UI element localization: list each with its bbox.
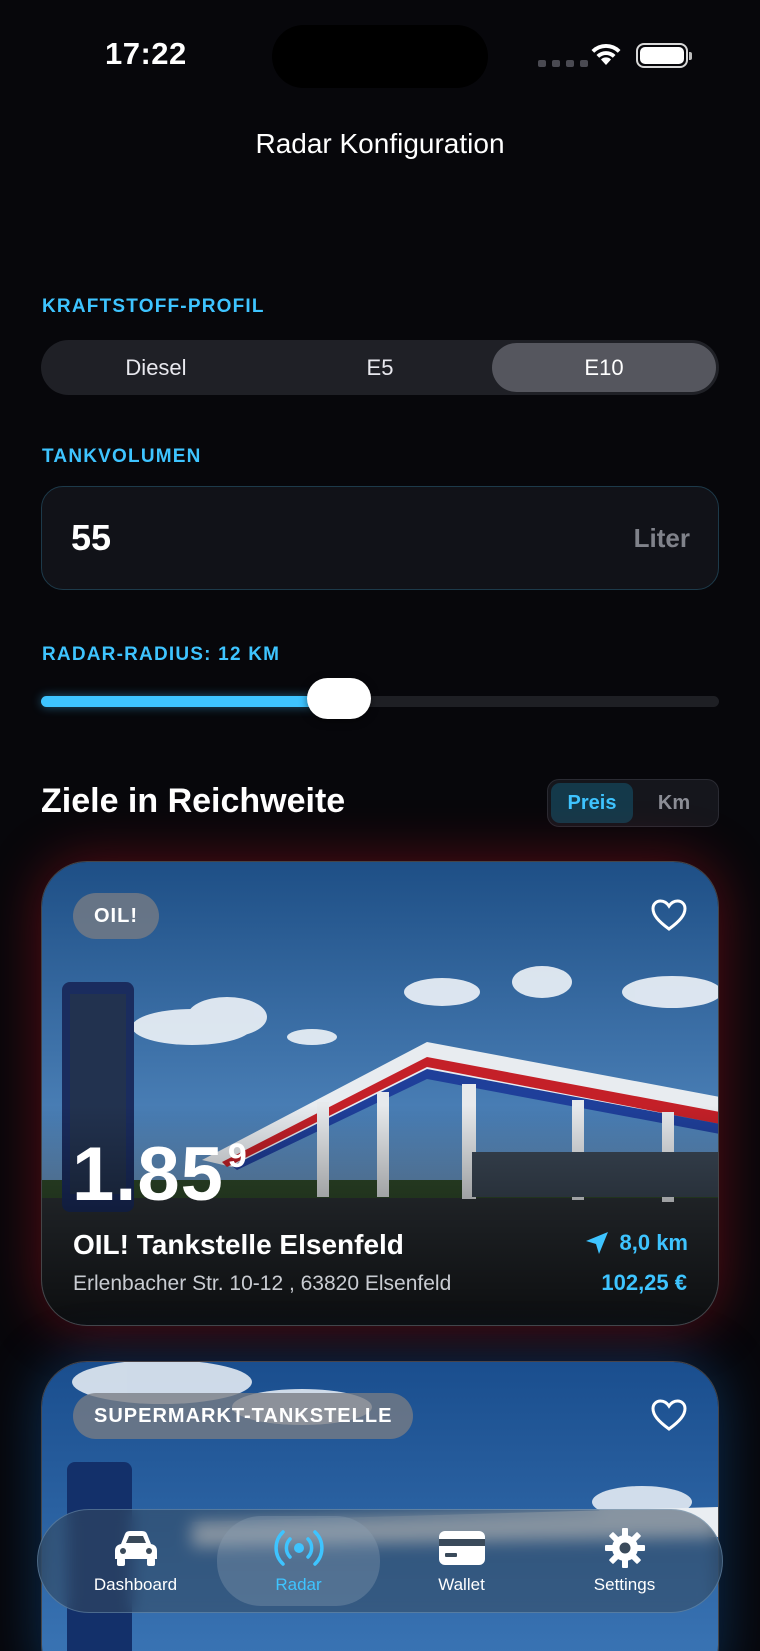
distance-value: 8,0 km: [619, 1230, 689, 1255]
station-address: Erlenbacher Str. 10-12 , 63820 Elsenfeld: [73, 1272, 452, 1295]
status-time: 17:22: [105, 36, 187, 71]
tab-label: Wallet: [438, 1575, 485, 1594]
sort-option-price[interactable]: Preis: [551, 783, 633, 823]
tab-radar[interactable]: Radar: [217, 1516, 380, 1606]
refuel-cost: 102,25 €: [601, 1270, 687, 1295]
tank-volume-value[interactable]: 55: [71, 517, 111, 559]
radar-radius-label: RADAR-RADIUS: 12 KM: [42, 644, 281, 665]
heart-outline-icon[interactable]: [650, 898, 688, 932]
battery-icon: [636, 43, 692, 68]
wifi-icon: [591, 43, 621, 65]
fuel-price: 1.85 9: [72, 1137, 248, 1213]
tank-volume-unit: Liter: [633, 522, 690, 553]
brand-badge: SUPERMARKT-TANKSTELLE: [73, 1393, 414, 1439]
tab-label: Settings: [593, 1575, 656, 1594]
fuel-option-e10[interactable]: E10: [492, 343, 716, 392]
tab-dashboard[interactable]: Dashboard: [54, 1516, 217, 1606]
station-name: OIL! Tankstelle Elsenfeld: [73, 1229, 404, 1260]
fuel-option-diesel[interactable]: Diesel: [44, 343, 268, 392]
targets-title: Ziele in Reichweite: [41, 782, 346, 820]
brand-badge: OIL!: [73, 893, 159, 939]
car-icon: [114, 1531, 157, 1566]
cellular-signal-icon: [538, 60, 588, 67]
tank-volume-label: TANKVOLUMEN: [42, 446, 202, 467]
sort-segmented-control: Preis Km: [547, 779, 719, 827]
fuel-profile-label: KRAFTSTOFF-PROFIL: [42, 296, 265, 317]
location-arrow-icon: [585, 1232, 608, 1254]
tank-volume-field[interactable]: 55 Liter: [41, 486, 719, 590]
dynamic-island: [272, 25, 488, 88]
gear-icon: [604, 1528, 645, 1568]
station-card[interactable]: OIL! 1.85 9 OIL! Tankstelle Elsenfeld Erl…: [41, 861, 719, 1326]
station-distance: 8,0 km: [584, 1230, 689, 1256]
radar-icon: [273, 1530, 324, 1566]
sort-option-km[interactable]: Km: [633, 783, 715, 823]
wallet-card-icon: [438, 1531, 485, 1565]
slider-thumb[interactable]: [307, 678, 372, 719]
fuel-price-main: 1.85: [72, 1132, 224, 1217]
tab-settings[interactable]: Settings: [543, 1516, 706, 1606]
slider-fill: [41, 696, 340, 707]
tab-wallet[interactable]: Wallet: [380, 1516, 543, 1606]
heart-outline-icon[interactable]: [650, 1398, 688, 1432]
tab-label: Radar: [275, 1575, 322, 1594]
fuel-option-e5[interactable]: E5: [268, 343, 492, 392]
fuel-profile-segmented-control: Diesel E5 E10: [41, 340, 719, 395]
radar-radius-slider[interactable]: [41, 678, 719, 719]
tab-bar: Dashboard Radar Wallet Settings: [37, 1509, 723, 1613]
page-title: Radar Konfiguration: [255, 128, 505, 159]
tab-label: Dashboard: [93, 1575, 178, 1594]
fuel-price-fraction: 9: [227, 1137, 248, 1175]
